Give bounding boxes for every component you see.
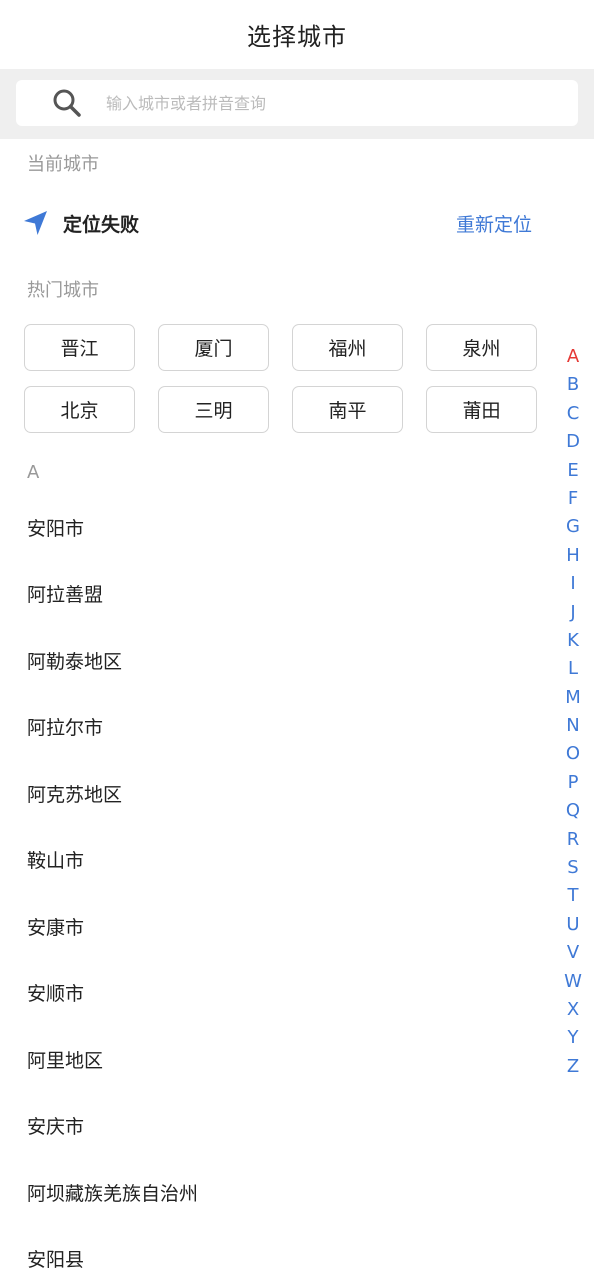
alphabet-index-letter[interactable]: M (565, 684, 581, 712)
hot-city-button[interactable]: 莆田 (426, 386, 537, 433)
relocate-button[interactable]: 重新定位 (456, 210, 532, 237)
hot-city-button[interactable]: 泉州 (426, 324, 537, 371)
city-list-item[interactable]: 鞍山市 (0, 827, 554, 894)
alphabet-index-letter[interactable]: H (566, 542, 580, 570)
city-list-item[interactable]: 阿克苏地区 (0, 760, 554, 827)
alphabet-index-letter[interactable]: G (566, 513, 580, 541)
alphabet-index-letter[interactable]: I (570, 570, 575, 598)
city-list-item[interactable]: 安阳市 (0, 494, 554, 561)
hot-city-button[interactable]: 三明 (158, 386, 269, 433)
city-list-item[interactable]: 阿勒泰地区 (0, 627, 554, 694)
alphabet-index-letter[interactable]: S (567, 854, 578, 882)
page-title: 选择城市 (247, 23, 347, 51)
alphabet-index-letter[interactable]: F (568, 485, 578, 513)
city-list-item[interactable]: 阿拉善盟 (0, 561, 554, 628)
alphabet-index-letter[interactable]: Z (567, 1053, 579, 1081)
header: 选择城市 (0, 0, 594, 69)
location-arrow-icon (22, 209, 50, 237)
alphabet-index-letter[interactable]: D (566, 428, 580, 456)
search-box[interactable] (16, 80, 578, 126)
hot-city-button[interactable]: 厦门 (158, 324, 269, 371)
alphabet-index-letter[interactable]: K (567, 627, 579, 655)
city-list-item[interactable]: 安阳县 (0, 1226, 554, 1280)
city-list-item[interactable]: 安顺市 (0, 960, 554, 1027)
current-city-label: 当前城市 (27, 154, 99, 175)
alphabet-index: ABCDEFGHIJKLMNOPQRSTUVWXYZ (562, 343, 584, 1081)
alphabet-index-letter[interactable]: O (566, 740, 580, 768)
alphabet-index-letter[interactable]: J (570, 599, 575, 627)
hot-city-button[interactable]: 南平 (292, 386, 403, 433)
alphabet-index-letter[interactable]: Y (568, 1024, 579, 1052)
current-city-row: 定位失败 重新定位 (22, 205, 532, 241)
hot-city-button[interactable]: 北京 (24, 386, 135, 433)
alphabet-index-letter[interactable]: U (566, 911, 579, 939)
search-input[interactable] (106, 93, 578, 113)
search-icon (52, 88, 82, 118)
alphabet-index-letter[interactable]: L (568, 655, 578, 683)
city-list-item[interactable]: 阿坝藏族羌族自治州 (0, 1159, 554, 1226)
alphabet-index-letter[interactable]: A (567, 343, 579, 371)
search-bar-area (0, 69, 594, 139)
alphabet-index-letter[interactable]: W (564, 968, 582, 996)
hot-cities-grid: 晋江 厦门 福州 泉州北京 三明 南平 莆田 (24, 324, 537, 433)
location-status: 定位失败 (63, 213, 140, 236)
city-list-item[interactable]: 安康市 (0, 893, 554, 960)
alphabet-index-letter[interactable]: Q (566, 797, 580, 825)
city-list-item[interactable]: 阿里地区 (0, 1026, 554, 1093)
alphabet-index-letter[interactable]: T (568, 882, 579, 910)
alphabet-index-letter[interactable]: E (567, 457, 578, 485)
alphabet-index-letter[interactable]: B (567, 371, 579, 399)
alphabet-index-letter[interactable]: C (567, 400, 580, 428)
alphabet-index-letter[interactable]: R (567, 826, 580, 854)
hot-city-button[interactable]: 福州 (292, 324, 403, 371)
hot-city-button[interactable]: 晋江 (24, 324, 135, 371)
city-list: 安阳市 阿拉善盟 阿勒泰地区 阿拉尔市 阿克苏地区 鞍山市 安康市 安顺市 阿里地区 安庆市 阿坝藏… (0, 494, 554, 1280)
alphabet-index-letter[interactable]: N (566, 712, 579, 740)
hot-cities-label: 热门城市 (27, 280, 99, 301)
city-list-item[interactable]: 阿拉尔市 (0, 694, 554, 761)
city-group-letter: A (27, 462, 40, 483)
city-picker-page: 选择城市 当前城市 定位失败 重新定位 热门城市 晋江厦门福州泉州北京三明南平莆… (0, 0, 594, 1280)
alphabet-index-letter[interactable]: X (567, 996, 579, 1024)
alphabet-index-letter[interactable]: V (567, 939, 579, 967)
alphabet-index-letter[interactable]: P (568, 769, 579, 797)
city-list-item[interactable]: 安庆市 (0, 1093, 554, 1160)
